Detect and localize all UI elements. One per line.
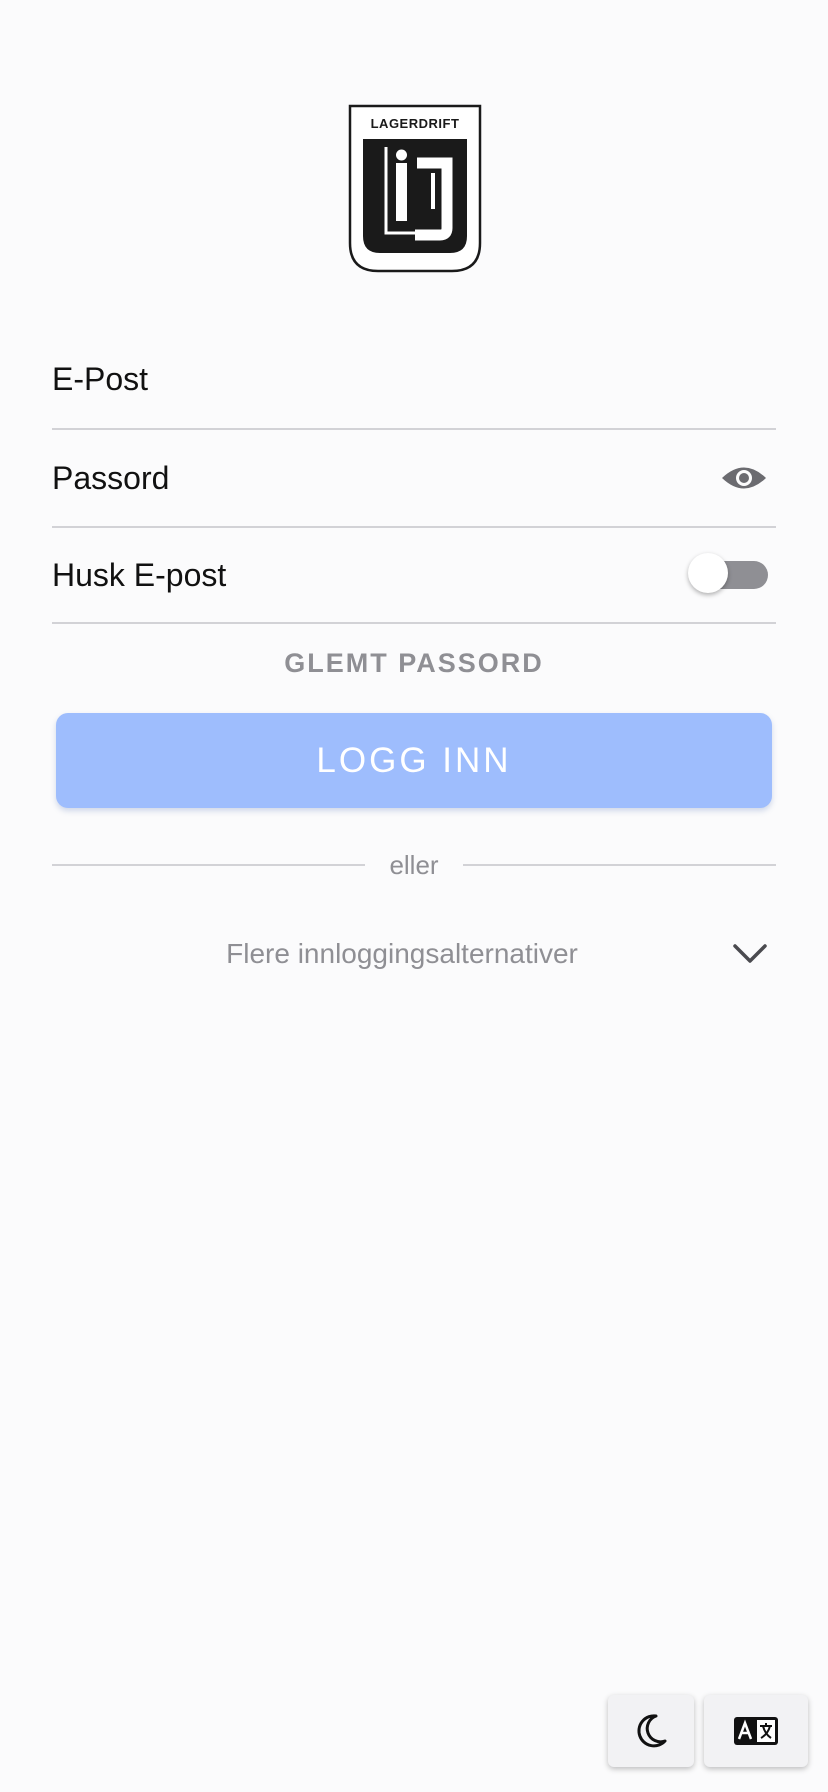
divider-line-right	[462, 864, 777, 866]
divider-text: eller	[389, 849, 439, 880]
more-login-options[interactable]: Flere innloggingsalternativer	[52, 930, 776, 978]
eye-icon[interactable]	[720, 463, 768, 493]
remember-email-row: Husk E-post	[52, 528, 776, 624]
chevron-down-icon	[733, 944, 767, 963]
logo-text: LAGERDRIFT	[371, 116, 460, 131]
remember-email-label: Husk E-post	[52, 556, 227, 593]
email-field-row: E-Post	[52, 330, 776, 430]
language-button[interactable]	[704, 1695, 808, 1767]
email-label: E-Post	[52, 360, 149, 397]
toggle-knob	[688, 553, 728, 593]
email-input[interactable]	[168, 348, 776, 410]
moon-icon	[637, 1714, 667, 1748]
forgot-password-link[interactable]: GLEMT PASSORD	[52, 648, 776, 679]
remember-email-toggle[interactable]	[688, 553, 768, 593]
password-field-row: Passord	[52, 430, 776, 528]
lagerdrift-logo: LAGERDRIFT	[348, 104, 482, 273]
translate-icon	[734, 1717, 778, 1745]
more-login-options-label: Flere innloggingsalternativer	[226, 938, 578, 969]
login-button[interactable]: LOGG INN	[56, 713, 772, 808]
password-label: Passord	[52, 459, 170, 496]
login-page: LAGERDRIFT E-Post Passord Husk E-post GL…	[0, 0, 828, 1792]
or-divider: eller	[52, 845, 777, 885]
divider-line-left	[52, 864, 366, 866]
dark-mode-button[interactable]	[608, 1695, 694, 1767]
password-input[interactable]	[189, 447, 720, 509]
